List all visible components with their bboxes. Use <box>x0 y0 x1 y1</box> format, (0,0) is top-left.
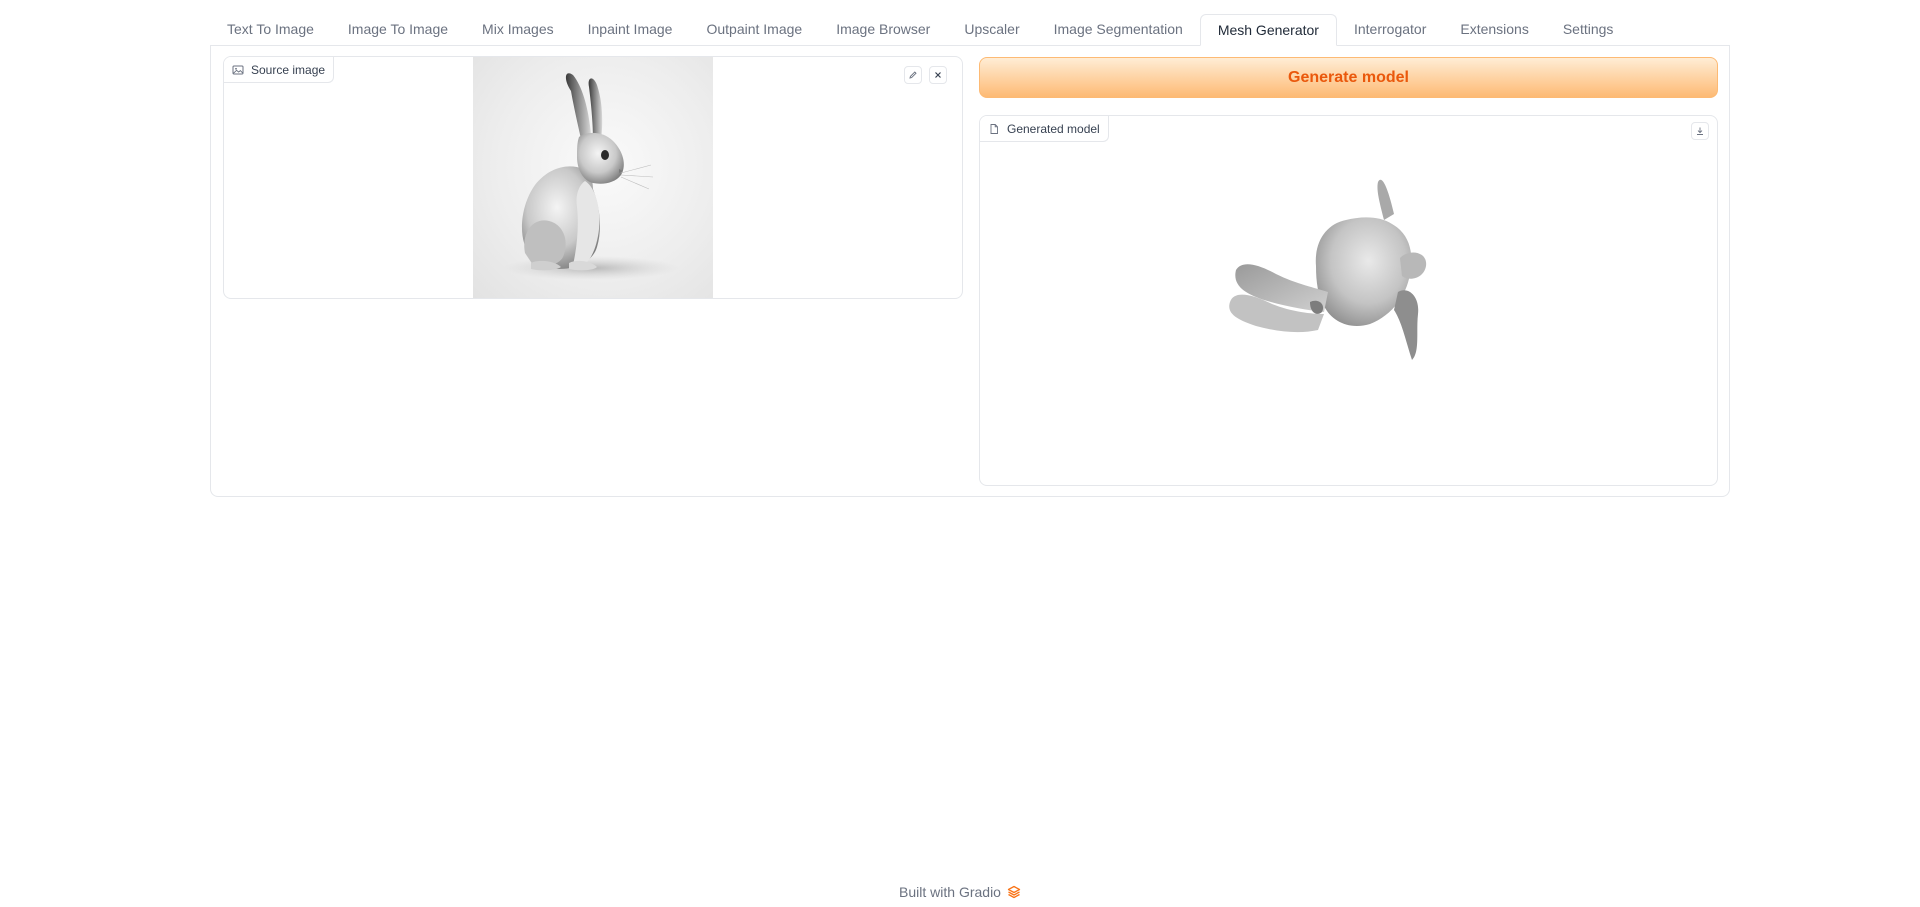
tab-mesh-generator[interactable]: Mesh Generator <box>1199 14 1337 46</box>
source-image-label-text: Source image <box>251 62 326 77</box>
file-icon <box>990 123 998 134</box>
rabbit-figure <box>503 73 679 280</box>
pencil-icon <box>909 71 917 79</box>
model-3d-viewer[interactable] <box>980 116 1717 485</box>
tab-text-to-image[interactable]: Text To Image <box>210 14 331 45</box>
tab-inpaint-image[interactable]: Inpaint Image <box>571 14 690 45</box>
tab-mix-images[interactable]: Mix Images <box>465 14 571 45</box>
generated-model-block: Generated model <box>979 115 1718 486</box>
tab-bar: Text To Image Image To Image Mix Images … <box>210 14 1730 46</box>
footer: Built with Gradio <box>0 882 1920 902</box>
built-with-gradio-link[interactable]: Built with Gradio <box>899 884 1001 900</box>
tab-outpaint-image[interactable]: Outpaint Image <box>689 14 819 45</box>
tab-image-segmentation[interactable]: Image Segmentation <box>1037 14 1200 45</box>
tab-extensions[interactable]: Extensions <box>1443 14 1545 45</box>
generated-model-label-text: Generated model <box>1007 121 1100 136</box>
source-image-label: Source image <box>224 57 335 83</box>
generate-model-button-label: Generate model <box>1288 68 1409 86</box>
tab-upscaler[interactable]: Upscaler <box>947 14 1036 45</box>
clear-image-button[interactable] <box>929 66 947 84</box>
rabbit-mesh <box>1229 179 1427 360</box>
close-icon <box>935 72 941 78</box>
source-image-block[interactable]: Source image <box>223 56 963 299</box>
tab-image-browser[interactable]: Image Browser <box>819 14 947 45</box>
gradio-logo-icon <box>1007 885 1021 899</box>
tab-settings[interactable]: Settings <box>1546 14 1631 45</box>
app-root: Text To Image Image To Image Mix Images … <box>0 0 1920 907</box>
source-image <box>473 57 713 298</box>
tab-interrogator[interactable]: Interrogator <box>1337 14 1443 45</box>
tab-image-to-image[interactable]: Image To Image <box>331 14 465 45</box>
image-icon <box>232 65 244 74</box>
edit-image-button[interactable] <box>904 66 922 84</box>
generate-model-button[interactable]: Generate model <box>979 57 1718 98</box>
generated-model-label: Generated model <box>980 116 1109 142</box>
